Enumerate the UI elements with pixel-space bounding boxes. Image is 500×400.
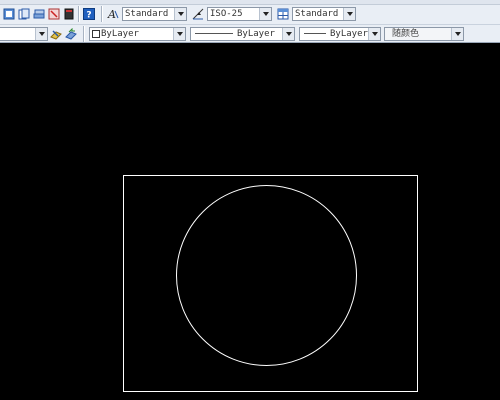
color-value: ByLayer [101, 29, 139, 39]
make-current-layer-icon[interactable] [49, 27, 63, 41]
table-style-icon[interactable] [276, 7, 290, 21]
text-style-icon[interactable]: A [106, 7, 120, 21]
toolbar-area: ? A Standard ISO-25 Standard ByLayer ByL… [0, 0, 500, 43]
styles-toolbar: ? A Standard ISO-25 Standard [0, 5, 500, 23]
layer-stack-icon[interactable] [32, 7, 46, 21]
linetype-select[interactable]: ByLayer [190, 27, 295, 41]
svg-text:?: ? [86, 11, 91, 21]
rectangle-shape[interactable] [123, 175, 418, 392]
lineweight-value: ByLayer [330, 29, 368, 39]
text-style-select[interactable]: Standard [122, 7, 187, 21]
lineweight-select[interactable]: ByLayer [299, 27, 381, 41]
text-style-value: Standard [125, 9, 169, 19]
dimension-style-select[interactable]: ISO-25 [207, 7, 272, 21]
help-icon[interactable]: ? [82, 7, 96, 21]
circle-shape[interactable] [176, 185, 357, 366]
chevron-down-icon[interactable] [368, 28, 380, 40]
chevron-down-icon[interactable] [35, 28, 47, 40]
table-style-select[interactable]: Standard [292, 7, 356, 21]
chevron-down-icon[interactable] [173, 28, 185, 40]
plot-style-value: 随颜色 [392, 29, 420, 39]
match-properties-icon[interactable] [2, 7, 16, 21]
toolbar-separator [83, 26, 85, 42]
drawing-area[interactable] [0, 43, 500, 400]
chevron-down-icon[interactable] [259, 8, 271, 20]
linetype-sample [195, 33, 233, 34]
copy-doc-icon[interactable] [17, 7, 31, 21]
dimension-style-value: ISO-25 [210, 9, 243, 19]
lineweight-sample [304, 33, 326, 34]
layer-select[interactable] [0, 27, 48, 41]
chevron-down-icon[interactable] [174, 8, 186, 20]
erase-icon[interactable] [47, 7, 61, 21]
color-swatch [92, 29, 100, 38]
linetype-value: ByLayer [237, 29, 275, 39]
dimension-style-icon[interactable] [191, 7, 205, 21]
toolbar-separator [101, 6, 103, 22]
table-style-value: Standard [295, 9, 339, 19]
drawing-canvas[interactable] [0, 43, 500, 400]
properties-toolbar: ByLayer ByLayer ByLayer 随颜色 [0, 24, 500, 43]
svg-text:A: A [107, 8, 116, 20]
layer-previous-icon[interactable] [64, 27, 78, 41]
toolbar-separator [78, 6, 80, 22]
plot-style-select[interactable]: 随颜色 [384, 27, 464, 41]
color-select[interactable]: ByLayer [89, 27, 186, 41]
calculator-icon[interactable] [62, 7, 76, 21]
chevron-down-icon[interactable] [343, 8, 355, 20]
chevron-down-icon[interactable] [282, 28, 294, 40]
chevron-down-icon[interactable] [451, 28, 463, 40]
